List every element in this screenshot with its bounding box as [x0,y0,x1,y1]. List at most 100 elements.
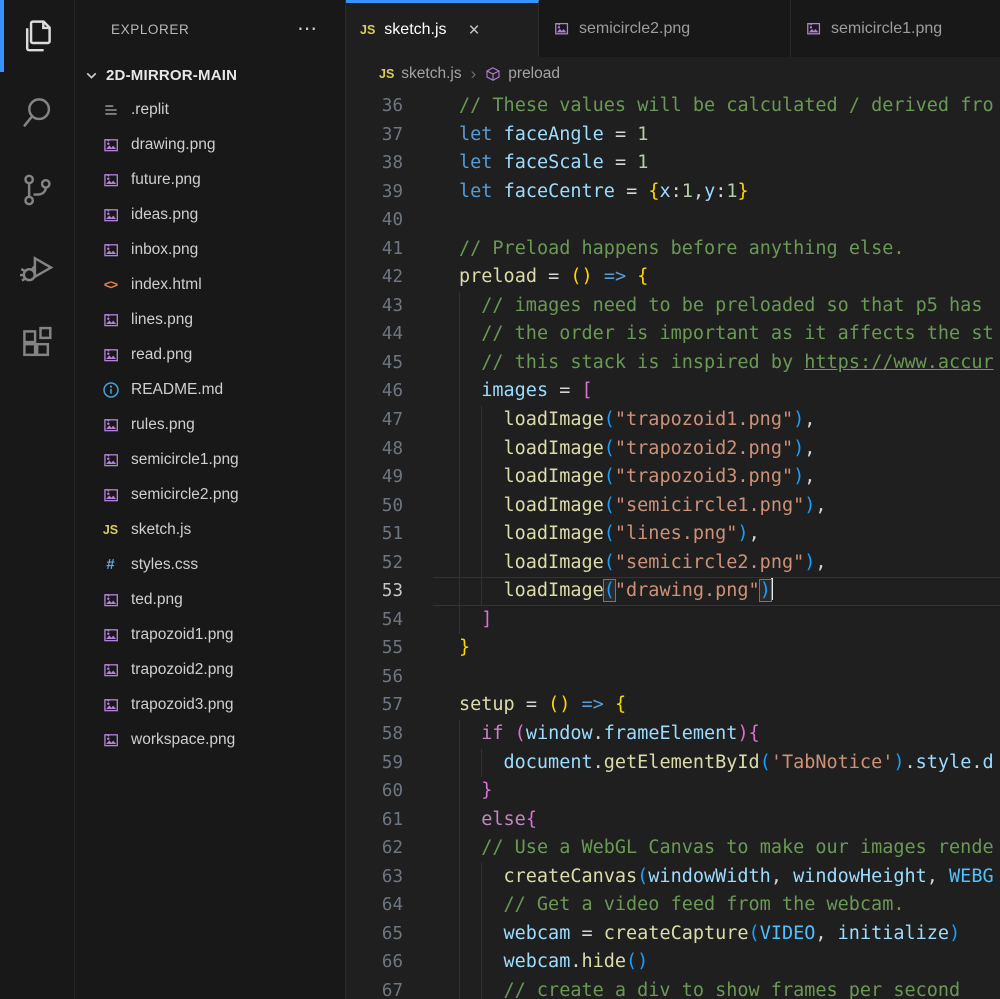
code-line-67[interactable]: 67// create a div to show frames per sec… [346,977,1000,999]
code-line-36[interactable]: 36// These values will be calculated / d… [346,92,1000,121]
file-item-semicircle1.png[interactable]: semicircle1.png [75,442,345,477]
code-line-44[interactable]: 44// the order is important as it affect… [346,320,1000,349]
code-token: ( [604,552,615,573]
file-item-trapozoid2.png[interactable]: trapozoid2.png [75,652,345,687]
file-item-styles.css[interactable]: # styles.css [75,547,345,582]
file-name: styles.css [131,556,198,574]
tab-label: semicircle1.png [831,20,942,38]
code-line-43[interactable]: 43// images need to be preloaded so that… [346,292,1000,321]
tab-label: sketch.js [384,21,446,39]
code-token: "semicircle1.png" [615,495,804,516]
code-line-59[interactable]: 59document.getElementById('TabNotice').s… [346,749,1000,778]
code-line-content: preload = () => { [433,263,1000,292]
code-line-39[interactable]: 39let faceCentre = {x:1,y:1} [346,178,1000,207]
code-token: = [570,923,603,944]
image-file-icon [100,169,121,190]
code-token: , [927,866,949,887]
file-item-.replit[interactable]: .replit [75,92,345,127]
code-line-51[interactable]: 51loadImage("lines.png"), [346,520,1000,549]
code-line-47[interactable]: 47loadImage("trapozoid1.png"), [346,406,1000,435]
code-line-42[interactable]: 42preload = () => { [346,263,1000,292]
activity-item-search[interactable] [0,77,74,154]
activity-bar [0,0,75,999]
file-item-semicircle2.png[interactable]: semicircle2.png [75,477,345,512]
code-line-56[interactable]: 56 [346,663,1000,692]
tab-semicircle2.png[interactable]: semicircle2.png [539,0,791,57]
code-token: ( [604,495,615,516]
code-line-46[interactable]: 46images = [ [346,377,1000,406]
file-item-workspace.png[interactable]: workspace.png [75,722,345,757]
code-token [492,181,503,202]
code-line-37[interactable]: 37let faceAngle = 1 [346,121,1000,150]
tab-semicircle1.png[interactable]: semicircle1.png [791,0,1000,57]
file-item-inbox.png[interactable]: inbox.png [75,232,345,267]
file-item-README.md[interactable]: README.md [75,372,345,407]
line-number: 43 [346,292,403,321]
line-number: 52 [346,549,403,578]
line-number: 38 [346,149,403,178]
code-token: window [526,723,593,744]
close-icon[interactable]: × [469,21,480,40]
css-file-icon: # [100,554,121,575]
breadcrumb-item-sketch.js[interactable]: JSsketch.js [379,65,462,83]
code-line-63[interactable]: 63createCanvas(windowWidth, windowHeight… [346,863,1000,892]
code-line-61[interactable]: 61else{ [346,806,1000,835]
line-number: 44 [346,320,403,349]
activity-item-source-control[interactable] [0,154,74,231]
code-line-52[interactable]: 52loadImage("semicircle2.png"), [346,549,1000,578]
file-name: trapozoid3.png [131,696,234,714]
code-line-62[interactable]: 62// Use a WebGL Canvas to make our imag… [346,834,1000,863]
code-line-38[interactable]: 38let faceScale = 1 [346,149,1000,178]
code-line-60[interactable]: 60} [346,777,1000,806]
file-item-trapozoid1.png[interactable]: trapozoid1.png [75,617,345,652]
file-item-ideas.png[interactable]: ideas.png [75,197,345,232]
code-token: ( [604,466,615,487]
line-number: 57 [346,691,403,720]
activity-item-extensions[interactable] [0,308,74,385]
file-item-sketch.js[interactable]: JSsketch.js [75,512,345,547]
file-item-trapozoid3.png[interactable]: trapozoid3.png [75,687,345,722]
code-line-66[interactable]: 66webcam.hide() [346,948,1000,977]
tab-sketch.js[interactable]: JSsketch.js× [346,0,539,57]
code-token: 1 [726,181,737,202]
code-line-58[interactable]: 58if (window.frameElement){ [346,720,1000,749]
code-line-48[interactable]: 48loadImage("trapozoid2.png"), [346,435,1000,464]
file-item-lines.png[interactable]: lines.png [75,302,345,337]
code-line-55[interactable]: 55} [346,634,1000,663]
code-line-53[interactable]: 53loadImage("drawing.png") [346,577,1000,606]
indent-guide [481,749,503,778]
code-line-41[interactable]: 41// Preload happens before anything els… [346,235,1000,264]
code-token: ( [604,409,615,430]
code-token: else [481,809,526,830]
code-line-65[interactable]: 65webcam = createCapture(VIDEO, initiali… [346,920,1000,949]
file-item-ted.png[interactable]: ted.png [75,582,345,617]
code-line-54[interactable]: 54] [346,606,1000,635]
code-line-49[interactable]: 49loadImage("trapozoid3.png"), [346,463,1000,492]
code-line-64[interactable]: 64// Get a video feed from the webcam. [346,891,1000,920]
activity-item-run-and-debug[interactable] [0,231,74,308]
code-line-45[interactable]: 45// this stack is inspired by https://w… [346,349,1000,378]
more-actions-icon[interactable]: ⋯ [297,19,317,39]
file-item-future.png[interactable]: future.png [75,162,345,197]
code-line-50[interactable]: 50loadImage("semicircle1.png"), [346,492,1000,521]
code-editor[interactable]: 36// These values will be calculated / d… [346,90,1000,999]
code-line-content [433,206,1000,235]
code-line-content: // create a div to show frames per secon… [433,977,1000,999]
indent-guide [459,749,481,778]
indent-guide [481,435,503,464]
breadcrumb-item-preload[interactable]: preload [485,65,560,83]
code-line-content: loadImage("trapozoid3.png"), [433,463,1000,492]
folder-root-row[interactable]: 2D-MIRROR-MAIN [75,58,345,92]
code-token: webcam [504,951,571,972]
file-item-rules.png[interactable]: rules.png [75,407,345,442]
code-line-40[interactable]: 40 [346,206,1000,235]
file-item-read.png[interactable]: read.png [75,337,345,372]
code-token: frameElement [604,723,738,744]
code-token: preload [459,266,537,287]
code-line-57[interactable]: 57setup = () => { [346,691,1000,720]
file-item-index.html[interactable]: <>index.html [75,267,345,302]
activity-item-explorer[interactable] [0,0,74,77]
code-token: 1 [637,124,648,145]
line-number: 36 [346,92,403,121]
file-item-drawing.png[interactable]: drawing.png [75,127,345,162]
